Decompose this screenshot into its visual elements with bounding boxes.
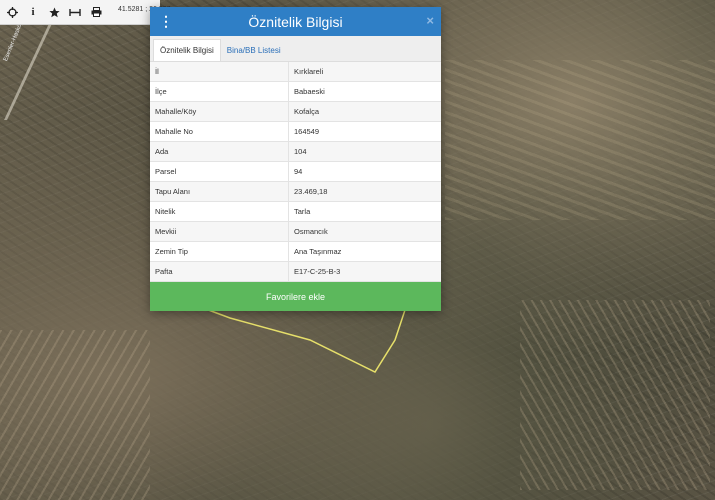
crosshair-icon[interactable] <box>3 0 21 24</box>
table-row: Nitelik Tarla <box>150 201 441 222</box>
row-value: Osmancık <box>288 221 441 242</box>
field-pattern <box>520 300 710 490</box>
dialog-header: ⋮ Öznitelik Bilgisi × <box>150 7 441 36</box>
row-key: Nitelik <box>150 201 289 222</box>
menu-icon[interactable]: ⋮ <box>159 13 173 30</box>
row-key: Ada <box>150 141 289 162</box>
dialog-tabs: Öznitelik Bilgisi Bina/BB Listesi <box>150 36 441 62</box>
info-icon[interactable]: i <box>24 0 42 24</box>
row-key: Mevkii <box>150 221 289 242</box>
field-pattern <box>0 330 150 500</box>
close-icon[interactable]: × <box>426 13 434 28</box>
tab-building-list[interactable]: Bina/BB Listesi <box>221 40 287 61</box>
field-pattern <box>445 60 715 220</box>
table-row: Zemin Tip Ana Taşınmaz <box>150 241 441 262</box>
table-row: Tapu Alanı 23.469,18 <box>150 181 441 202</box>
print-icon[interactable] <box>87 0 105 24</box>
row-value: Tarla <box>288 201 441 222</box>
parcel-outline[interactable] <box>190 300 410 380</box>
tab-attribute-info[interactable]: Öznitelik Bilgisi <box>153 39 221 61</box>
star-icon[interactable] <box>45 0 63 24</box>
row-value: Ana Taşınmaz <box>288 241 441 262</box>
row-key: Mahalle/Köy <box>150 101 289 122</box>
table-row: Pafta E17-C-25-B-3 <box>150 261 441 282</box>
measure-icon[interactable] <box>66 0 84 24</box>
row-value: Kırklareli <box>288 62 441 82</box>
row-value: 23.469,18 <box>288 181 441 202</box>
row-key: İl <box>150 62 289 82</box>
table-row: Parsel 94 <box>150 161 441 182</box>
table-row: İl Kırklareli <box>150 62 441 82</box>
row-value: 104 <box>288 141 441 162</box>
add-to-favorites-button[interactable]: Favorilere ekle <box>150 282 441 311</box>
dialog-title: Öznitelik Bilgisi <box>248 13 343 30</box>
table-row: Mahalle No 164549 <box>150 121 441 142</box>
row-value: 164549 <box>288 121 441 142</box>
table-row: Ada 104 <box>150 141 441 162</box>
row-value: Kofalça <box>288 101 441 122</box>
table-row: Mevkii Osmancık <box>150 221 441 242</box>
row-key: Tapu Alanı <box>150 181 289 202</box>
row-key: İlçe <box>150 81 289 102</box>
attribute-dialog: ⋮ Öznitelik Bilgisi × Öznitelik Bilgisi … <box>150 7 441 311</box>
row-value: 94 <box>288 161 441 182</box>
attribute-table: İl Kırklareli İlçe Babaeski Mahalle/Köy Kof… <box>150 62 441 282</box>
table-row: Mahalle/Köy Kofalça <box>150 101 441 122</box>
row-key: Pafta <box>150 261 289 282</box>
row-key: Mahalle No <box>150 121 289 142</box>
row-value: Babaeski <box>288 81 441 102</box>
row-key: Zemin Tip <box>150 241 289 262</box>
table-row: İlçe Babaeski <box>150 81 441 102</box>
row-key: Parsel <box>150 161 289 182</box>
row-value: E17-C-25-B-3 <box>288 261 441 282</box>
